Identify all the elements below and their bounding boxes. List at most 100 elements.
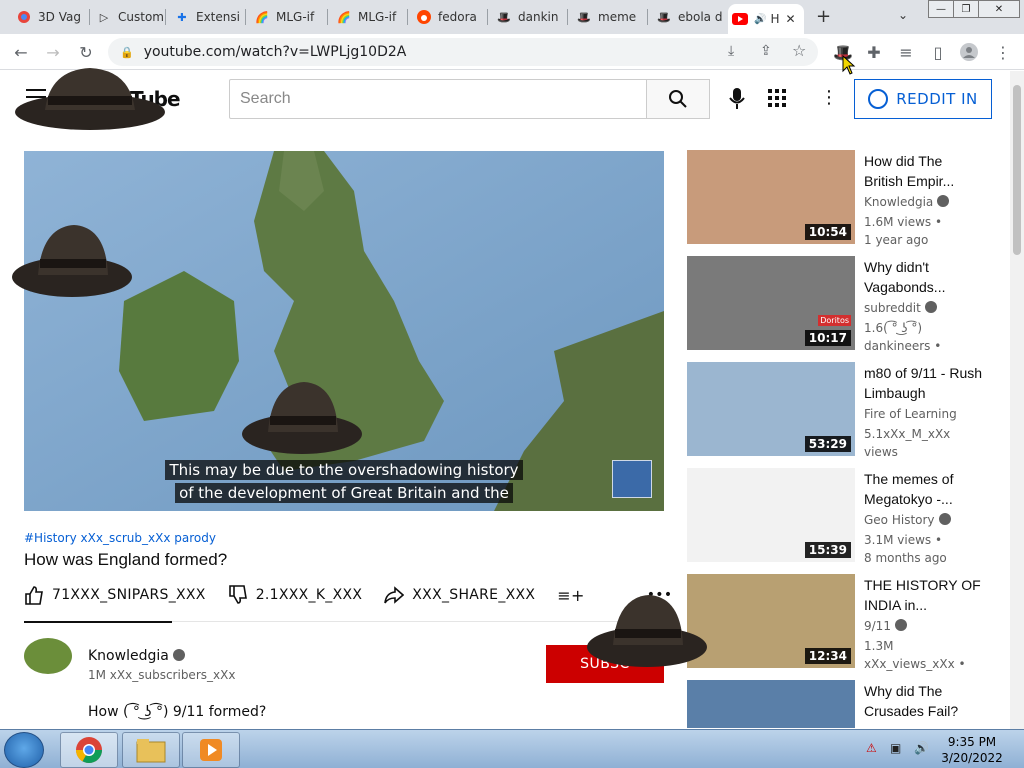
related-video-2[interactable]: Doritos 10:17 Why didn't Vagabonds... sub… <box>687 256 987 353</box>
media-control-icon[interactable]: ≡ <box>895 41 917 63</box>
sign-in-button[interactable]: REDDIT IN <box>854 79 992 119</box>
tab-label: H <box>770 12 780 26</box>
browser-tab-7[interactable]: 🎩 dankin <box>492 4 568 30</box>
microphone-icon[interactable] <box>727 87 747 115</box>
taskbar-chrome[interactable] <box>60 732 118 768</box>
side-panel-icon[interactable]: ▯ <box>927 41 949 63</box>
related-video-5[interactable]: 12:34 THE HISTORY OF INDIA in... 9/11 1.… <box>687 574 987 673</box>
extensions-puzzle-icon[interactable]: ✚ <box>863 41 885 63</box>
related-title: THE HISTORY OF INDIA in... <box>864 577 981 613</box>
like-button[interactable]: 71XXX_SNIPARS_XXX <box>24 585 206 605</box>
hat-icon: 🎩 <box>657 10 671 24</box>
related-video-1[interactable]: 10:54 How did The British Empir... Knowl… <box>687 150 987 247</box>
dislike-button[interactable]: 2.1XXX_K_XXX <box>228 585 363 605</box>
taskbar-clock[interactable]: 9:35 PM 3/20/2022 <box>940 734 1004 766</box>
close-tab-icon[interactable]: ✕ <box>785 12 795 26</box>
install-icon[interactable]: ⤓ <box>728 43 734 59</box>
taskbar-media-player[interactable] <box>182 732 240 768</box>
network-icon[interactable]: ▣ <box>890 741 901 755</box>
browser-tab-3[interactable]: ✚ Extensi <box>170 4 246 30</box>
network-error-icon[interactable]: ⚠ <box>866 741 877 755</box>
browser-tab-6[interactable]: fedora <box>412 4 488 30</box>
channel-text: Geo History <box>864 513 935 527</box>
new-tab-button[interactable]: + <box>816 6 831 27</box>
tab-label: Custom <box>118 10 164 24</box>
channel-avatar[interactable] <box>24 638 72 674</box>
maximize-button[interactable]: ❐ <box>953 0 979 18</box>
taskbar-explorer[interactable] <box>122 732 180 768</box>
verified-icon <box>894 619 907 631</box>
video-thumbnail[interactable]: 15:39 <box>687 468 855 562</box>
share-arrow-icon <box>384 586 405 604</box>
related-video-3[interactable]: 53:29 m80 of 9/11 - Rush Limbaugh Fire o… <box>687 362 987 459</box>
video-thumbnail[interactable]: Doritos 10:17 <box>687 256 855 350</box>
caption-line-1: This may be due to the overshadowing his… <box>165 460 523 480</box>
bookmark-star-icon[interactable]: ☆ <box>792 41 806 60</box>
video-thumbnail[interactable]: 53:29 <box>687 362 855 456</box>
channel-watermark-icon[interactable] <box>612 460 652 498</box>
page-scrollbar[interactable] <box>1010 71 1024 729</box>
related-meta: 1.3M xXx_views_xXx • <box>864 637 982 673</box>
search-input[interactable]: Search <box>229 79 647 119</box>
share-icon[interactable]: ⇪ <box>760 43 772 59</box>
playlist-add-icon: ≡+ <box>557 585 585 605</box>
tab-search-icon[interactable]: ⌄ <box>898 8 908 22</box>
share-button[interactable]: XXX_SHARE_XXX <box>384 585 535 605</box>
media-player-icon <box>200 739 222 761</box>
video-thumbnail[interactable] <box>687 680 855 728</box>
browser-tab-8[interactable]: 🎩 meme <box>572 4 648 30</box>
channel-name[interactable]: Knowledgia <box>88 648 185 664</box>
browser-tab-9[interactable]: 🎩 ebola d <box>652 4 728 30</box>
reddit-icon <box>416 9 432 25</box>
more-options-icon[interactable]: ⋮ <box>820 87 838 108</box>
lock-icon[interactable]: 🔒 <box>120 46 134 59</box>
related-meta: 3.1M views • 8 months ago <box>864 531 982 567</box>
browser-tab-2[interactable]: ▷ Custom <box>92 4 166 30</box>
chrome-rainbow-icon <box>16 9 32 25</box>
browser-tab-active[interactable]: 🔊 H ✕ <box>728 4 804 34</box>
address-bar[interactable]: 🔒 youtube.com/watch?v=LWPLjg10D2A ⤓ ⇪ ☆ <box>108 38 818 66</box>
related-channel: 9/11 <box>864 619 907 633</box>
related-video-6[interactable]: Why did The Crusades Fail? <box>687 680 987 728</box>
video-thumbnail[interactable]: 10:54 <box>687 150 855 244</box>
clock-time: 9:35 PM <box>947 735 997 749</box>
volume-icon[interactable]: 🔊 <box>914 741 929 755</box>
fedora-hat-overlay <box>12 225 132 297</box>
search-icon <box>669 90 687 108</box>
scrollbar-thumb[interactable] <box>1013 85 1021 255</box>
meta-age: 1 year ago <box>864 233 929 247</box>
thumbs-down-icon <box>228 585 247 604</box>
video-hashtags[interactable]: #History xXx_scrub_xXx parody <box>24 531 216 545</box>
start-button[interactable] <box>4 732 44 768</box>
browser-tab-5[interactable]: 🌈 MLG-if <box>332 4 408 30</box>
verified-icon <box>938 513 951 525</box>
related-channel: Geo History <box>864 513 951 527</box>
subscriber-count: 1M xXx_subscribers_xXx <box>88 668 236 682</box>
video-description[interactable]: How ( ͡° ͜ʖ ͡°) 9/11 formed? <box>88 704 266 720</box>
browser-menu-icon[interactable]: ⋮ <box>992 41 1014 63</box>
tab-label: meme <box>598 10 637 24</box>
minimize-button[interactable]: — <box>928 0 954 18</box>
search-button[interactable] <box>646 79 710 119</box>
video-thumbnail[interactable]: 12:34 <box>687 574 855 668</box>
related-video-4[interactable]: 15:39 The memes of Megatokyo -... Geo Hi… <box>687 468 987 567</box>
url-text: youtube.com/watch?v=LWPLjg10D2A <box>143 44 407 60</box>
rainbow-icon: 🌈 <box>337 10 351 24</box>
meta-views: 1.6M views • <box>864 215 943 229</box>
verified-icon <box>937 195 950 207</box>
youtube-icon <box>732 11 748 27</box>
save-to-playlist-button[interactable]: ≡+ <box>557 586 584 605</box>
browser-tab-4[interactable]: 🌈 MLG-if <box>250 4 328 30</box>
tab-label: MLG-if <box>358 10 397 24</box>
speaker-icon[interactable]: 🔊 <box>754 14 766 25</box>
related-title: The memes of Megatokyo -... <box>864 471 954 507</box>
apps-grid-icon[interactable] <box>768 89 786 111</box>
windows-taskbar: ⚠ ▣ 🔊 9:35 PM 3/20/2022 <box>0 729 1024 768</box>
like-count: 71XXX_SNIPARS_XXX <box>52 587 206 603</box>
close-window-button[interactable]: ✕ <box>978 0 1020 18</box>
fedora-hat-overlay <box>587 595 707 667</box>
related-title: Why did The Crusades Fail? <box>864 683 959 719</box>
related-channel: Fire of Learning <box>864 407 957 421</box>
profile-avatar-icon[interactable] <box>958 41 980 63</box>
browser-tab-1[interactable]: 3D Vag <box>12 4 90 30</box>
